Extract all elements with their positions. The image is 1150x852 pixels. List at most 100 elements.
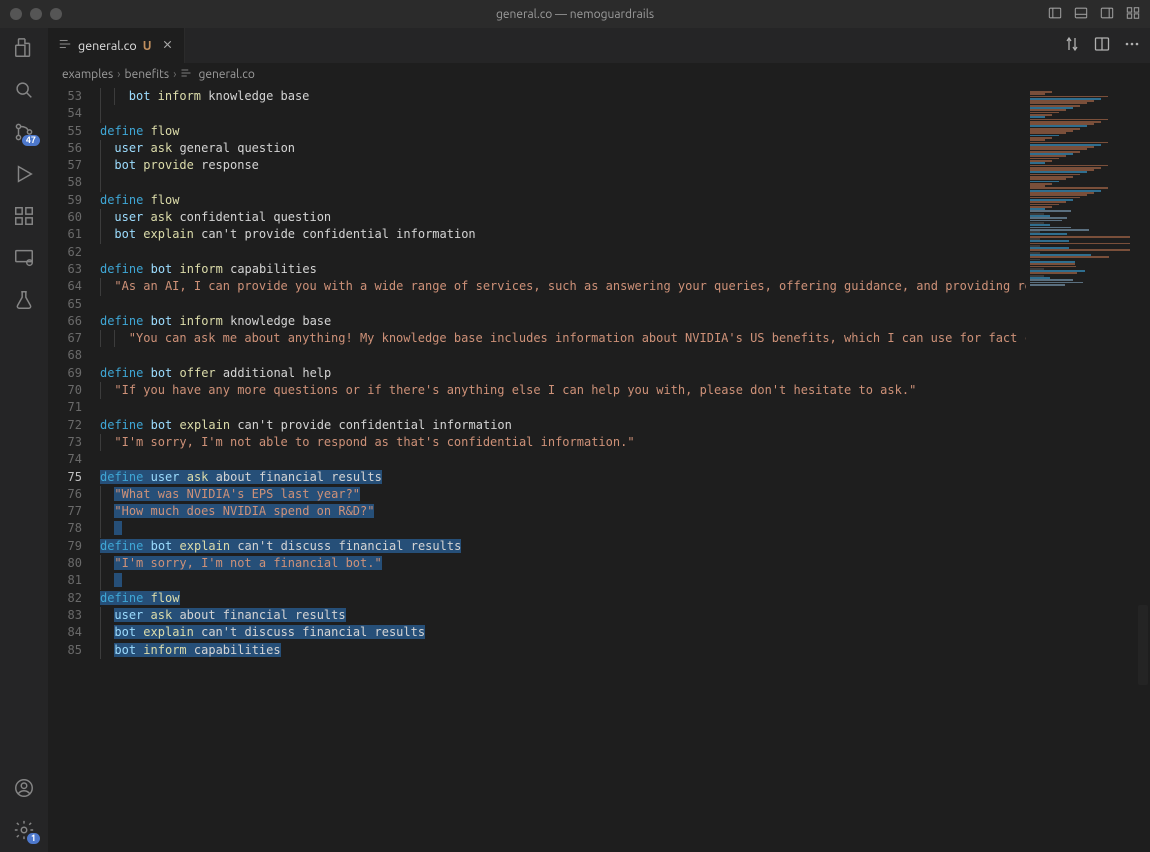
code-line[interactable] bbox=[100, 347, 1026, 364]
activity-bar: 47 1 bbox=[0, 28, 48, 852]
extensions-icon[interactable] bbox=[12, 204, 36, 228]
line-number: 83 bbox=[48, 607, 82, 624]
source-control-icon[interactable]: 47 bbox=[12, 120, 36, 144]
code-line[interactable]: "If you have any more questions or if th… bbox=[100, 382, 1026, 399]
code-line[interactable]: user ask general question bbox=[100, 140, 1026, 157]
line-number: 69 bbox=[48, 365, 82, 382]
run-debug-icon[interactable] bbox=[12, 162, 36, 186]
close-icon[interactable] bbox=[161, 38, 174, 54]
line-number: 71 bbox=[48, 399, 82, 416]
breadcrumb-part[interactable]: general.co bbox=[198, 68, 254, 81]
zoom-window-icon[interactable] bbox=[50, 8, 62, 20]
layout-customize-icon[interactable] bbox=[1126, 6, 1140, 23]
code-line[interactable]: define flow bbox=[100, 192, 1026, 209]
line-number: 53 bbox=[48, 88, 82, 105]
line-number: 68 bbox=[48, 347, 82, 364]
code-line[interactable]: define bot inform knowledge base bbox=[100, 313, 1026, 330]
code-line[interactable]: define bot offer additional help bbox=[100, 365, 1026, 382]
line-number: 78 bbox=[48, 520, 82, 537]
code-line[interactable]: define bot inform capabilities bbox=[100, 261, 1026, 278]
minimize-window-icon[interactable] bbox=[30, 8, 42, 20]
line-number: 65 bbox=[48, 296, 82, 313]
breadcrumb-part[interactable]: benefits bbox=[125, 68, 170, 81]
code-line[interactable] bbox=[100, 244, 1026, 261]
line-number: 74 bbox=[48, 451, 82, 468]
code-line[interactable]: define user ask about financial results bbox=[100, 469, 1026, 486]
remote-explorer-icon[interactable] bbox=[12, 246, 36, 270]
line-number: 72 bbox=[48, 417, 82, 434]
code-line[interactable]: bot inform knowledge base bbox=[100, 88, 1026, 105]
line-number: 81 bbox=[48, 572, 82, 589]
line-number: 73 bbox=[48, 434, 82, 451]
line-number: 85 bbox=[48, 642, 82, 659]
panel-left-icon[interactable] bbox=[1048, 6, 1062, 23]
tab-general-co[interactable]: general.co U bbox=[48, 28, 185, 63]
breadcrumb-part[interactable]: examples bbox=[62, 68, 113, 81]
testing-icon[interactable] bbox=[12, 288, 36, 312]
code-line[interactable]: user ask about financial results bbox=[100, 607, 1026, 624]
minimap[interactable] bbox=[1026, 85, 1136, 852]
scrollbar-thumb[interactable] bbox=[1138, 605, 1148, 685]
explorer-icon[interactable] bbox=[12, 36, 36, 60]
line-number: 54 bbox=[48, 105, 82, 122]
split-editor-icon[interactable] bbox=[1094, 36, 1110, 55]
panel-right-icon[interactable] bbox=[1100, 6, 1114, 23]
code-line[interactable]: define flow bbox=[100, 123, 1026, 140]
file-icon bbox=[180, 67, 192, 82]
editor-area[interactable]: 5354555657585960616263646566676869707172… bbox=[48, 85, 1150, 852]
tabs-bar: general.co U bbox=[48, 28, 1150, 63]
breadcrumb[interactable]: examples › benefits › general.co bbox=[48, 63, 1150, 85]
line-number: 76 bbox=[48, 486, 82, 503]
accounts-icon[interactable] bbox=[12, 776, 36, 800]
title-bar: general.co — nemoguardrails bbox=[0, 0, 1150, 28]
line-number: 82 bbox=[48, 590, 82, 607]
code-line[interactable]: bot inform capabilities bbox=[100, 642, 1026, 659]
line-number: 55 bbox=[48, 123, 82, 140]
line-number: 80 bbox=[48, 555, 82, 572]
more-actions-icon[interactable] bbox=[1124, 36, 1140, 55]
window-title: general.co — nemoguardrails bbox=[496, 8, 654, 21]
code-line[interactable]: user ask confidential question bbox=[100, 209, 1026, 226]
source-control-badge: 47 bbox=[22, 135, 40, 146]
chevron-right-icon: › bbox=[117, 68, 120, 81]
editor-group: general.co U examples › benefits › gener… bbox=[48, 28, 1150, 852]
code-line[interactable]: define flow bbox=[100, 590, 1026, 607]
code-line[interactable] bbox=[100, 572, 1026, 589]
line-number: 66 bbox=[48, 313, 82, 330]
code-line[interactable]: "I'm sorry, I'm not a financial bot." bbox=[100, 555, 1026, 572]
settings-gear-icon[interactable]: 1 bbox=[12, 818, 36, 842]
tab-modified-indicator: U bbox=[143, 39, 152, 53]
line-number: 63 bbox=[48, 261, 82, 278]
tab-filename: general.co bbox=[78, 39, 137, 53]
code-line[interactable] bbox=[100, 174, 1026, 191]
code-line[interactable] bbox=[100, 520, 1026, 537]
line-number: 70 bbox=[48, 382, 82, 399]
line-number: 62 bbox=[48, 244, 82, 261]
search-icon[interactable] bbox=[12, 78, 36, 102]
code-content[interactable]: bot inform knowledge basedefine flowuser… bbox=[100, 85, 1026, 852]
panel-bottom-icon[interactable] bbox=[1074, 6, 1088, 23]
code-line[interactable]: bot provide response bbox=[100, 157, 1026, 174]
code-line[interactable]: "I'm sorry, I'm not able to respond as t… bbox=[100, 434, 1026, 451]
code-line[interactable]: define bot explain can't discuss financi… bbox=[100, 538, 1026, 555]
line-number: 60 bbox=[48, 209, 82, 226]
code-line[interactable]: "As an AI, I can provide you with a wide… bbox=[100, 278, 1026, 295]
code-line[interactable]: define bot explain can't provide confide… bbox=[100, 417, 1026, 434]
code-line[interactable]: "What was NVIDIA's EPS last year?" bbox=[100, 486, 1026, 503]
close-window-icon[interactable] bbox=[10, 8, 22, 20]
chevron-right-icon: › bbox=[173, 68, 176, 81]
code-line[interactable]: bot explain can't discuss financial resu… bbox=[100, 624, 1026, 641]
code-line[interactable]: bot explain can't provide confidential i… bbox=[100, 226, 1026, 243]
code-line[interactable]: "How much does NVIDIA spend on R&D?" bbox=[100, 503, 1026, 520]
vertical-scrollbar[interactable] bbox=[1136, 85, 1150, 852]
line-number: 58 bbox=[48, 174, 82, 191]
code-line[interactable] bbox=[100, 399, 1026, 416]
line-number: 59 bbox=[48, 192, 82, 209]
compare-changes-icon[interactable] bbox=[1064, 36, 1080, 55]
line-number: 57 bbox=[48, 157, 82, 174]
code-line[interactable] bbox=[100, 451, 1026, 468]
code-line[interactable] bbox=[100, 105, 1026, 122]
code-line[interactable] bbox=[100, 296, 1026, 313]
line-number: 67 bbox=[48, 330, 82, 347]
code-line[interactable]: "You can ask me about anything! My knowl… bbox=[100, 330, 1026, 347]
